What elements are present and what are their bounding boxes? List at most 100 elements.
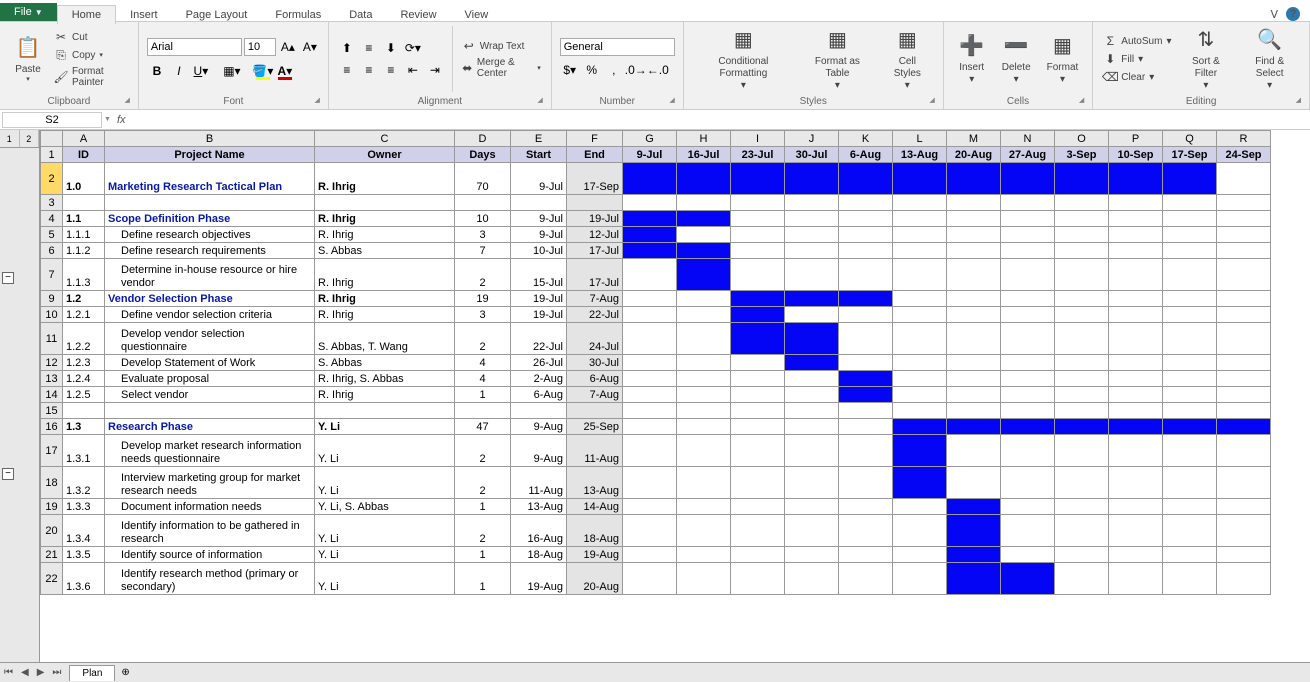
increase-font-icon[interactable]: A▴ — [278, 37, 298, 57]
cell[interactable]: 9-Jul — [511, 211, 567, 227]
gantt-cell[interactable] — [839, 467, 893, 499]
gantt-cell[interactable] — [1055, 323, 1109, 355]
gantt-cell[interactable] — [1001, 307, 1055, 323]
gantt-cell[interactable] — [1163, 499, 1217, 515]
cell[interactable]: R. Ihrig, S. Abbas — [315, 371, 455, 387]
gantt-cell[interactable] — [893, 515, 947, 547]
cell[interactable]: 1 — [455, 499, 511, 515]
comma-icon[interactable]: , — [604, 60, 624, 80]
font-size-select[interactable] — [244, 38, 276, 56]
gantt-cell[interactable] — [839, 435, 893, 467]
gantt-cell[interactable] — [1163, 211, 1217, 227]
cell[interactable] — [731, 403, 785, 419]
cell[interactable]: 1.2.1 — [63, 307, 105, 323]
cell[interactable]: Y. Li, S. Abbas — [315, 499, 455, 515]
gantt-cell[interactable] — [677, 387, 731, 403]
cell[interactable] — [785, 195, 839, 211]
header-cell[interactable]: 16-Jul — [677, 147, 731, 163]
fx-icon[interactable]: fx — [111, 114, 132, 126]
col-header-Q[interactable]: Q — [1163, 131, 1217, 147]
header-cell[interactable]: 17-Sep — [1163, 147, 1217, 163]
cell[interactable]: 17-Sep — [567, 163, 623, 195]
cell[interactable]: 1 — [455, 387, 511, 403]
gantt-cell[interactable] — [1163, 563, 1217, 595]
cell[interactable]: Document information needs — [105, 499, 315, 515]
cell[interactable]: 1.3.3 — [63, 499, 105, 515]
gantt-cell[interactable] — [947, 259, 1001, 291]
row-header[interactable]: 9 — [41, 291, 63, 307]
gantt-cell[interactable] — [1217, 355, 1271, 371]
cell[interactable]: 6-Aug — [567, 371, 623, 387]
gantt-cell[interactable] — [731, 211, 785, 227]
cell[interactable]: Select vendor — [105, 387, 315, 403]
cell[interactable] — [1109, 403, 1163, 419]
cell[interactable]: 2 — [455, 259, 511, 291]
gantt-cell[interactable] — [1001, 387, 1055, 403]
gantt-cell[interactable] — [1001, 259, 1055, 291]
align-left-icon[interactable]: ≡ — [337, 60, 357, 80]
cell[interactable]: Define vendor selection criteria — [105, 307, 315, 323]
cell[interactable]: Y. Li — [315, 419, 455, 435]
paste-button[interactable]: 📋 Paste▾ — [8, 24, 48, 94]
cell[interactable] — [947, 195, 1001, 211]
gantt-cell[interactable] — [1109, 419, 1163, 435]
gantt-cell[interactable] — [893, 163, 947, 195]
gantt-cell[interactable] — [1001, 515, 1055, 547]
gantt-cell[interactable] — [1109, 291, 1163, 307]
cell[interactable] — [731, 195, 785, 211]
gantt-cell[interactable] — [785, 547, 839, 563]
sheet-tab-add-icon[interactable]: ⊕ — [115, 665, 135, 680]
gantt-cell[interactable] — [731, 243, 785, 259]
cell[interactable]: 19-Jul — [511, 307, 567, 323]
cell[interactable] — [893, 403, 947, 419]
gantt-cell[interactable] — [893, 499, 947, 515]
ribbon-minimize-icon[interactable]: ᐯ — [1270, 8, 1278, 21]
col-header-C[interactable]: C — [315, 131, 455, 147]
cell-styles-button[interactable]: ▦Cell Styles▾ — [880, 24, 935, 94]
header-cell[interactable]: 13-Aug — [893, 147, 947, 163]
gantt-cell[interactable] — [785, 227, 839, 243]
gantt-cell[interactable] — [893, 291, 947, 307]
gantt-cell[interactable] — [1109, 211, 1163, 227]
gantt-cell[interactable] — [893, 387, 947, 403]
cell[interactable]: 1.2.2 — [63, 323, 105, 355]
sheet-nav-first-icon[interactable]: ⏮ — [0, 667, 17, 678]
gantt-cell[interactable] — [1001, 371, 1055, 387]
cell[interactable]: 19-Aug — [511, 563, 567, 595]
gantt-cell[interactable] — [1163, 243, 1217, 259]
gantt-cell[interactable] — [1055, 563, 1109, 595]
gantt-cell[interactable] — [1055, 211, 1109, 227]
gantt-cell[interactable] — [839, 371, 893, 387]
col-header-K[interactable]: K — [839, 131, 893, 147]
gantt-cell[interactable] — [1109, 547, 1163, 563]
cell[interactable] — [455, 403, 511, 419]
decrease-font-icon[interactable]: A▾ — [300, 37, 320, 57]
cell[interactable] — [1217, 403, 1271, 419]
gantt-cell[interactable] — [839, 323, 893, 355]
gantt-cell[interactable] — [893, 419, 947, 435]
gantt-cell[interactable] — [839, 355, 893, 371]
gantt-cell[interactable] — [893, 259, 947, 291]
cell[interactable]: 13-Aug — [511, 499, 567, 515]
cell[interactable] — [567, 195, 623, 211]
cell[interactable]: Identify source of information — [105, 547, 315, 563]
decrease-indent-icon[interactable]: ⇤ — [403, 60, 423, 80]
gantt-cell[interactable] — [839, 259, 893, 291]
cell[interactable] — [677, 403, 731, 419]
cell[interactable] — [105, 195, 315, 211]
gantt-cell[interactable] — [731, 435, 785, 467]
gantt-cell[interactable] — [1055, 163, 1109, 195]
gantt-cell[interactable] — [785, 515, 839, 547]
cell[interactable]: 7 — [455, 243, 511, 259]
gantt-cell[interactable] — [1163, 371, 1217, 387]
fill-color-button[interactable]: 🪣▾ — [253, 61, 273, 81]
sheet-nav-next-icon[interactable]: ▶ — [33, 667, 49, 678]
gantt-cell[interactable] — [839, 563, 893, 595]
gantt-cell[interactable] — [1217, 259, 1271, 291]
gantt-cell[interactable] — [1109, 227, 1163, 243]
gantt-cell[interactable] — [893, 323, 947, 355]
gantt-cell[interactable] — [893, 467, 947, 499]
col-header-N[interactable]: N — [1001, 131, 1055, 147]
cell[interactable]: 1.2.4 — [63, 371, 105, 387]
header-cell[interactable]: 24-Sep — [1217, 147, 1271, 163]
